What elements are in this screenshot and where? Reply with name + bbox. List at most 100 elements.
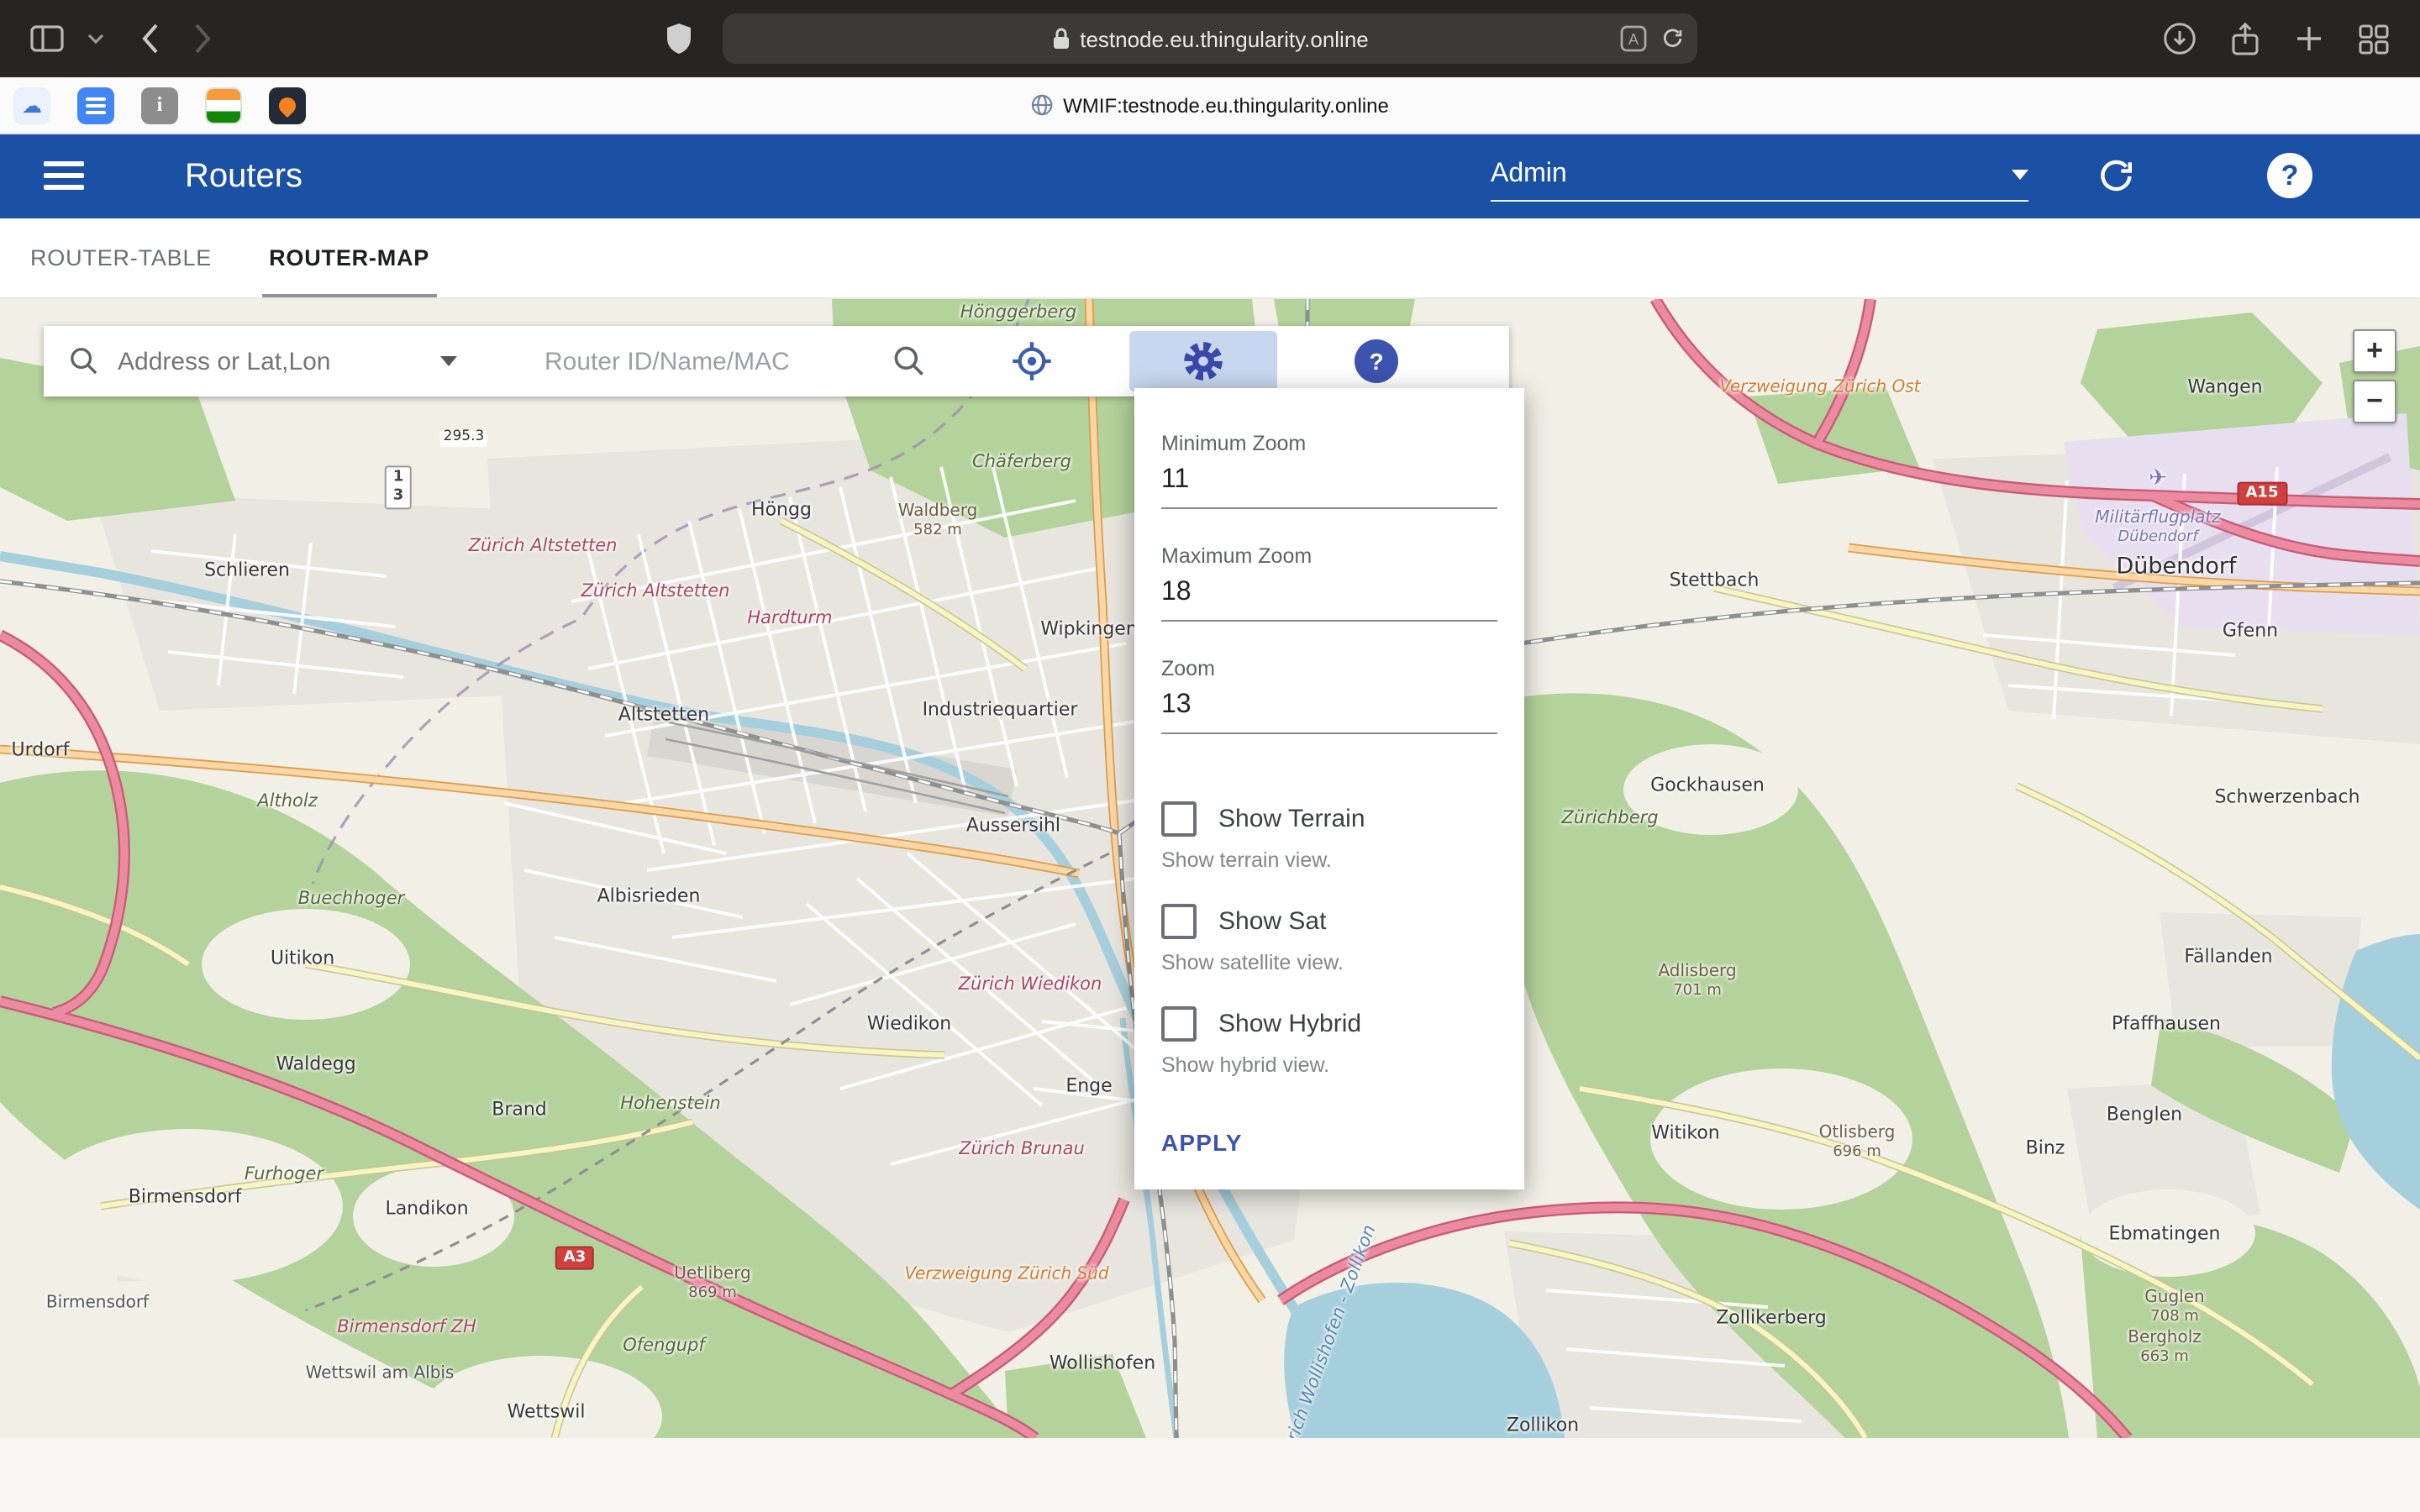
map-label: Waldberg582 m: [898, 502, 978, 539]
map-label: Enge: [1065, 1076, 1112, 1097]
map-settings-button[interactable]: [1129, 331, 1277, 391]
max-zoom-input[interactable]: 18: [1161, 568, 1497, 622]
checkbox-icon: [1161, 801, 1197, 837]
map-label: Höngg: [751, 500, 812, 521]
show-terrain-label: Show Terrain: [1218, 805, 1365, 833]
sidebar-toggle-icon[interactable]: [30, 25, 64, 52]
map-label: Hönggerberg: [960, 302, 1076, 323]
map-label: Wiedikon: [867, 1014, 951, 1035]
new-tab-icon[interactable]: [2294, 24, 2324, 54]
map-label: Zürich Wollishofen - Zollikon: [1275, 1222, 1380, 1438]
map-label: Altholz: [257, 791, 317, 811]
max-zoom-label: Maximum Zoom: [1161, 544, 1497, 568]
url-text: testnode.eu.thingularity.online: [1080, 26, 1369, 51]
map-label: Brand: [492, 1100, 547, 1121]
zoom-in-button[interactable]: +: [2353, 329, 2396, 373]
tab-overview-icon[interactable]: [2358, 23, 2390, 55]
show-hybrid-checkbox[interactable]: Show Hybrid: [1161, 1006, 1497, 1042]
map-label: MilitärflugplatzDübendorf: [2095, 509, 2220, 546]
privacy-shield-icon[interactable]: [666, 22, 692, 55]
user-role-value: Admin: [1491, 159, 1567, 189]
gear-icon: [1181, 339, 1225, 383]
map-label: Industriequartier: [923, 700, 1078, 721]
map-label: Zürich Altstetten: [581, 581, 730, 601]
address-mode-select[interactable]: Address or Lat,Lon: [118, 326, 467, 396]
downloads-icon[interactable]: [2163, 22, 2196, 55]
forward-button[interactable]: [193, 24, 212, 54]
map-label: Otlisberg696 m: [1819, 1124, 1896, 1161]
zoom-out-button[interactable]: −: [2353, 380, 2396, 423]
checkbox-icon: [1161, 904, 1197, 939]
map-label: Urdorf: [12, 740, 70, 761]
page-footer-strip: [0, 1438, 2420, 1512]
page-title: Routers: [185, 134, 302, 218]
bookmark-flag-icon[interactable]: [205, 87, 242, 123]
globe-icon: [1031, 94, 1053, 116]
share-icon[interactable]: [2230, 21, 2260, 56]
show-hybrid-hint: Show hybrid view.: [1161, 1053, 1497, 1077]
map-label: Fällanden: [2184, 947, 2272, 968]
translate-icon[interactable]: A: [1620, 25, 1647, 52]
map-label: Gfenn: [2223, 621, 2278, 642]
map-label: Zürichberg: [1561, 808, 1658, 828]
map-label: Bergholz663 m: [2128, 1329, 2202, 1366]
sidebar-chevron-down-icon[interactable]: [87, 33, 104, 45]
min-zoom-label: Minimum Zoom: [1161, 432, 1497, 455]
bookmark-document-icon[interactable]: [77, 87, 114, 123]
bookmark-cloud-icon[interactable]: ☁: [13, 87, 50, 123]
min-zoom-input[interactable]: 11: [1161, 455, 1497, 509]
tab-router-map[interactable]: ROUTER-MAP: [262, 218, 436, 297]
apply-button[interactable]: APPLY: [1161, 1129, 1243, 1156]
help-button[interactable]: ?: [2267, 153, 2312, 198]
router-search-field[interactable]: [541, 326, 877, 396]
map-label: Wipkingen: [1040, 619, 1138, 640]
map-label: A3: [555, 1247, 594, 1271]
bookmark-flame-icon[interactable]: [269, 87, 306, 123]
zoom-input[interactable]: 13: [1161, 680, 1497, 734]
map-label: A15: [2238, 482, 2287, 507]
show-terrain-checkbox[interactable]: Show Terrain: [1161, 801, 1497, 837]
tab-router-table[interactable]: ROUTER-TABLE: [24, 218, 218, 297]
map-help-button[interactable]: ?: [1355, 339, 1398, 383]
map-label: Ofengupf: [623, 1336, 705, 1356]
router-search-icon[interactable]: [891, 326, 928, 396]
show-sat-checkbox[interactable]: Show Sat: [1161, 904, 1497, 939]
show-hybrid-label: Show Hybrid: [1218, 1010, 1361, 1038]
map-label: Uitikon: [271, 948, 334, 969]
map-label: Zollikerberg: [1716, 1308, 1827, 1329]
search-icon: [67, 326, 101, 396]
map-label: Wangen: [2187, 377, 2262, 398]
map-label: Zürich Brunau: [959, 1139, 1085, 1159]
map-label: Verzweigung Zürich Süd: [904, 1266, 1108, 1285]
map-label: Wettswil: [508, 1402, 586, 1423]
app-header: Routers Admin ?: [0, 134, 2420, 218]
router-search-input[interactable]: [541, 345, 877, 377]
map-label: Schlieren: [204, 560, 290, 581]
map-label: Albisrieden: [597, 886, 701, 907]
map-toolbar: Address or Lat,Lon ?: [44, 326, 1509, 396]
map-label: Ebmatingen: [2109, 1224, 2221, 1245]
lock-icon: [1051, 27, 1070, 50]
map-label: ✈: [2149, 468, 2167, 493]
map-label: Birmensdorf ZH: [337, 1317, 476, 1337]
bookmark-info-icon[interactable]: i: [141, 87, 178, 123]
favorites-bar: ☁ i WMIF:testnode.eu.thingularity.online: [0, 77, 2420, 134]
bookmark-active[interactable]: WMIF:testnode.eu.thingularity.online: [1031, 93, 1389, 117]
map-label: Zollikon: [1507, 1415, 1579, 1436]
map-label: Binz: [2026, 1138, 2065, 1159]
chevron-down-icon[interactable]: [440, 326, 457, 396]
back-button[interactable]: [141, 24, 160, 54]
user-role-select[interactable]: Admin: [1491, 148, 2028, 202]
map-label: Waldegg: [276, 1054, 355, 1075]
reload-icon[interactable]: [1660, 27, 1684, 50]
map-label: 295.3: [440, 430, 488, 447]
map-label: Adlisberg701 m: [1658, 963, 1736, 1000]
map-label: Chäferberg: [972, 452, 1071, 472]
my-location-button[interactable]: [1002, 326, 1062, 396]
url-bar[interactable]: testnode.eu.thingularity.online A: [723, 13, 1697, 64]
map-area: HönggerbergChäferbergAltholzBuechhogerHo…: [0, 299, 2420, 1438]
map-settings-panel: Minimum Zoom 11 Maximum Zoom 18 Zoom 13 …: [1134, 388, 1524, 1189]
menu-icon[interactable]: [44, 161, 84, 190]
refresh-button[interactable]: [2096, 156, 2136, 197]
map-label: Hardturm: [747, 608, 832, 628]
